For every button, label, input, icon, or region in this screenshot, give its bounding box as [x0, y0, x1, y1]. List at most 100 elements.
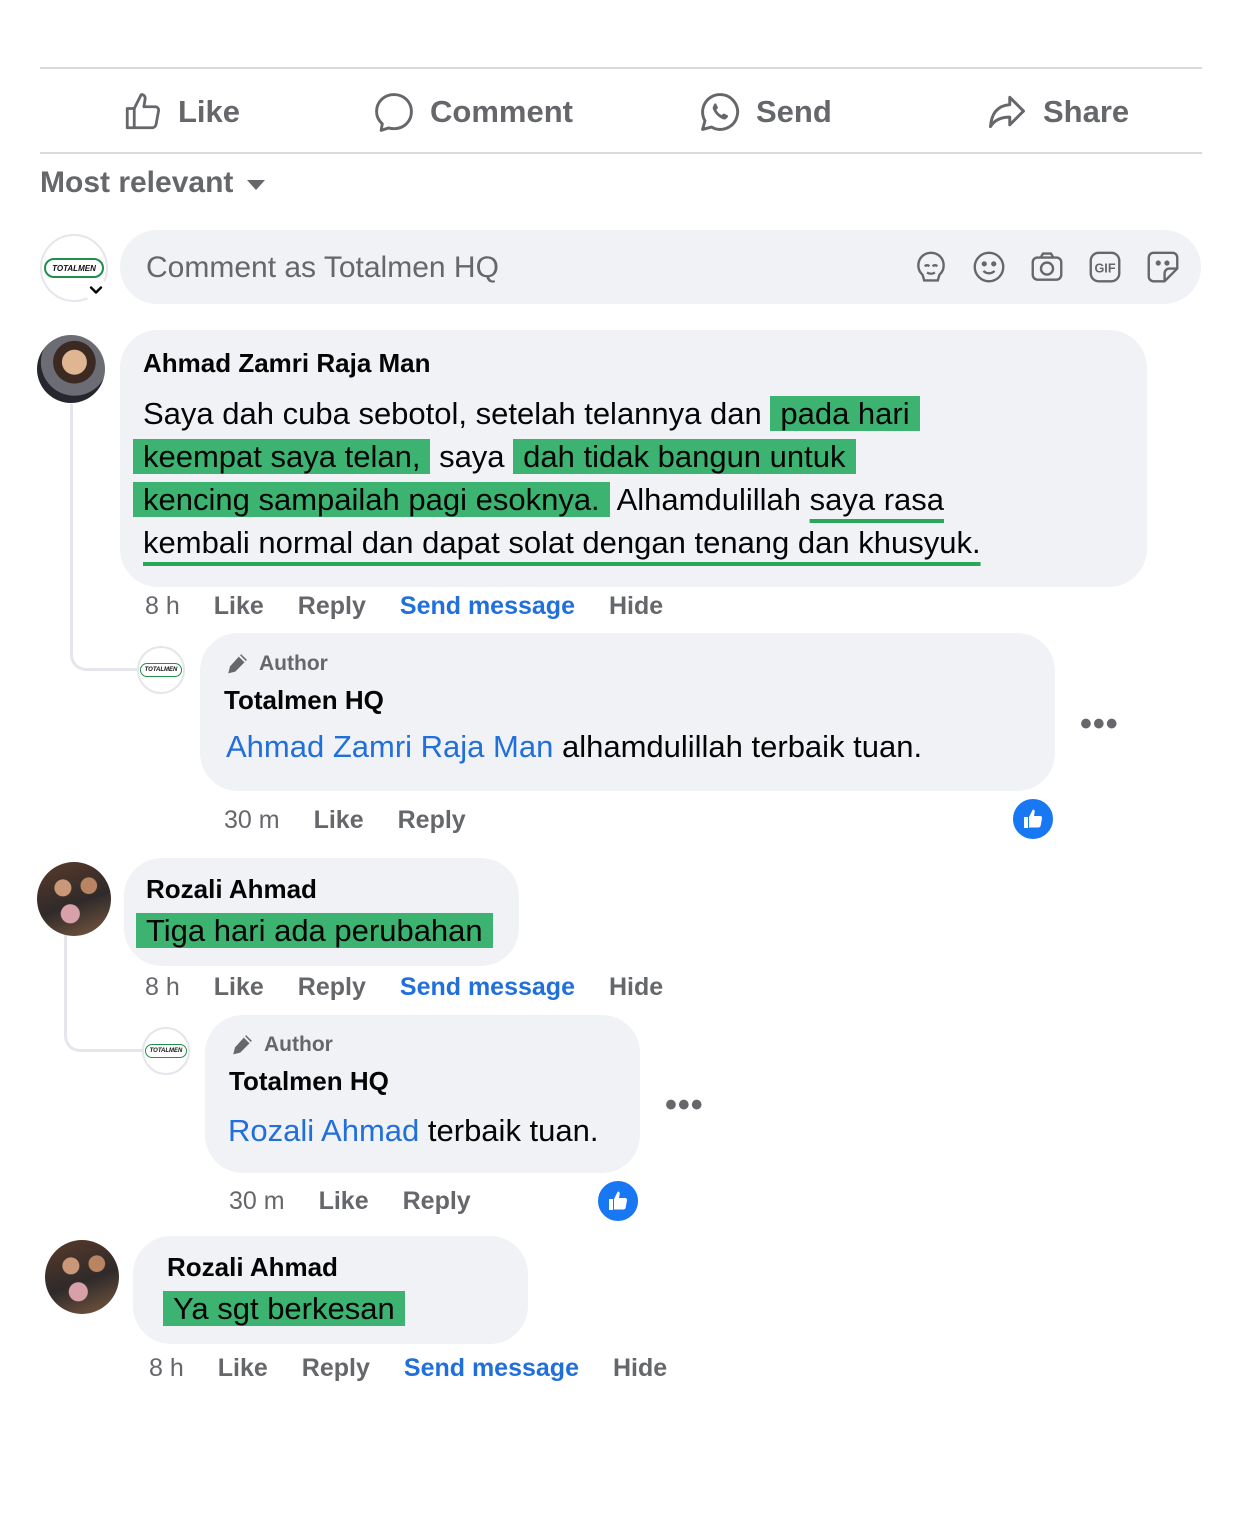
commenter-name[interactable]: Totalmen HQ [229, 1066, 389, 1097]
text-segment: Alhamdulillah [609, 482, 810, 517]
like-action[interactable]: Like [214, 592, 264, 621]
like-action[interactable]: Like [218, 1354, 268, 1383]
comment-meta: 8 h Like Reply Send message Hide [145, 973, 697, 1002]
timestamp[interactable]: 8 h [145, 592, 180, 621]
emoji-icon[interactable] [970, 248, 1008, 286]
commenter-name[interactable]: Rozali Ahmad [146, 874, 317, 905]
comment-bubble: Rozali Ahmad Ya sgt berkesan [133, 1236, 528, 1344]
commenter-name[interactable]: Totalmen HQ [224, 685, 384, 716]
send-label: Send [756, 94, 832, 129]
highlighted-text: Tiga hari ada perubahan [136, 913, 493, 948]
chevron-down-icon[interactable] [84, 278, 108, 302]
send-message-action[interactable]: Send message [400, 592, 575, 621]
hide-action[interactable]: Hide [609, 592, 663, 621]
underlined-text: kembali normal dan dapat solat dengan te… [143, 525, 981, 560]
page-avatar[interactable]: TOTALMEN [142, 1027, 190, 1075]
send-message-action[interactable]: Send message [400, 973, 575, 1002]
like-button[interactable]: Like [122, 86, 240, 138]
mention-link[interactable]: Rozali Ahmad [228, 1113, 419, 1148]
avatar-sticker-icon[interactable] [912, 248, 950, 286]
mention-link[interactable]: Ahmad Zamri Raja Man [226, 729, 553, 764]
whatsapp-icon [701, 93, 740, 131]
comment-line-2: keempat saya telan, saya dah tidak bangu… [133, 435, 856, 478]
hide-action[interactable]: Hide [609, 973, 663, 1002]
comment-bubble: Ahmad Zamri Raja Man Saya dah cuba sebot… [120, 330, 1147, 587]
share-label: Share [1043, 94, 1130, 129]
timestamp[interactable]: 8 h [145, 973, 180, 1002]
top-divider [40, 67, 1202, 69]
reply-meta: 30 m Like Reply [229, 1187, 505, 1216]
reply-action[interactable]: Reply [302, 1354, 370, 1383]
reply-text: Rozali Ahmad terbaik tuan. [228, 1109, 599, 1152]
highlighted-text: keempat saya telan, [133, 439, 431, 474]
highlighted-text: kencing sampailah pagi esoknya. [133, 482, 610, 517]
gif-icon[interactable]: GIF [1086, 248, 1124, 286]
like-action[interactable]: Like [214, 973, 264, 1002]
camera-icon[interactable] [1028, 248, 1066, 286]
pen-icon [233, 1035, 252, 1055]
reply-bubble: Author Totalmen HQ Ahmad Zamri Raja Man … [200, 633, 1055, 791]
reply-action[interactable]: Reply [398, 806, 466, 835]
reply-action[interactable]: Reply [298, 592, 366, 621]
timestamp[interactable]: 8 h [149, 1354, 184, 1383]
comment-input[interactable] [144, 230, 888, 306]
comment-bubble: Rozali Ahmad Tiga hari ada perubahan [124, 858, 519, 966]
reply-text: Ahmad Zamri Raja Man alhamdulillah terba… [226, 725, 922, 768]
author-label: Author [264, 1033, 333, 1056]
sort-label: Most relevant [40, 166, 234, 199]
author-label: Author [259, 652, 328, 675]
highlighted-text: pada hari [770, 396, 920, 431]
hide-action[interactable]: Hide [613, 1354, 667, 1383]
text-segment: terbaik tuan. [419, 1113, 599, 1148]
author-badge: Author [228, 1031, 333, 1059]
share-button[interactable]: Share [985, 86, 1129, 138]
send-message-action[interactable]: Send message [404, 1354, 579, 1383]
thumbs-up-icon [125, 93, 161, 130]
timestamp[interactable]: 30 m [224, 806, 280, 835]
like-action[interactable]: Like [319, 1187, 369, 1216]
comment-label: Comment [430, 94, 573, 129]
more-options-icon[interactable]: ••• [665, 1088, 704, 1122]
totalmen-logo: TOTALMEN [145, 1044, 187, 1058]
comment-meta: 8 h Like Reply Send message Hide [145, 592, 697, 621]
like-label: Like [178, 94, 241, 129]
more-options-icon[interactable]: ••• [1080, 707, 1119, 741]
totalmen-logo: TOTALMEN [44, 258, 104, 278]
reply-bubble: Author Totalmen HQ Rozali Ahmad terbaik … [205, 1015, 640, 1173]
like-reaction-icon[interactable] [1011, 797, 1055, 841]
underlined-text: saya rasa [809, 482, 944, 517]
like-action[interactable]: Like [314, 806, 364, 835]
page-avatar[interactable]: TOTALMEN [137, 646, 185, 694]
share-icon [989, 95, 1025, 129]
avatar[interactable] [37, 335, 105, 403]
svg-text:GIF: GIF [1094, 262, 1115, 276]
comment-composer: GIF [120, 230, 1201, 306]
avatar[interactable] [45, 1240, 119, 1314]
comment-icon [375, 93, 413, 132]
commenter-name[interactable]: Ahmad Zamri Raja Man [143, 348, 431, 379]
author-badge: Author [223, 650, 328, 678]
comment-line-4: kembali normal dan dapat solat dengan te… [143, 521, 981, 564]
comment-text: Tiga hari ada perubahan [136, 909, 493, 952]
actions-divider [40, 152, 1202, 154]
commenter-name[interactable]: Rozali Ahmad [167, 1252, 338, 1283]
text-segment: Saya dah cuba sebotol, setelah telannya … [143, 396, 771, 431]
timestamp[interactable]: 30 m [229, 1187, 285, 1216]
totalmen-logo: TOTALMEN [140, 663, 182, 677]
highlighted-text: dah tidak bangun untuk [513, 439, 856, 474]
reply-action[interactable]: Reply [403, 1187, 471, 1216]
send-button[interactable]: Send [698, 86, 832, 138]
reply-action[interactable]: Reply [298, 973, 366, 1002]
comment-button[interactable]: Comment [372, 86, 573, 138]
comment-line-1: Saya dah cuba sebotol, setelah telannya … [143, 392, 920, 435]
highlighted-text: Ya sgt berkesan [163, 1291, 405, 1326]
text-segment: saya [430, 439, 514, 474]
avatar[interactable] [37, 862, 111, 936]
sticker-icon[interactable] [1144, 248, 1182, 286]
sort-dropdown[interactable]: Most relevant [40, 166, 266, 200]
like-reaction-icon[interactable] [596, 1179, 640, 1223]
comment-line-3: kencing sampailah pagi esoknya. Alhamdul… [133, 478, 944, 521]
caret-down-icon [247, 180, 266, 190]
comment-text: Ya sgt berkesan [163, 1287, 405, 1330]
text-segment: alhamdulillah terbaik tuan. [553, 729, 923, 764]
